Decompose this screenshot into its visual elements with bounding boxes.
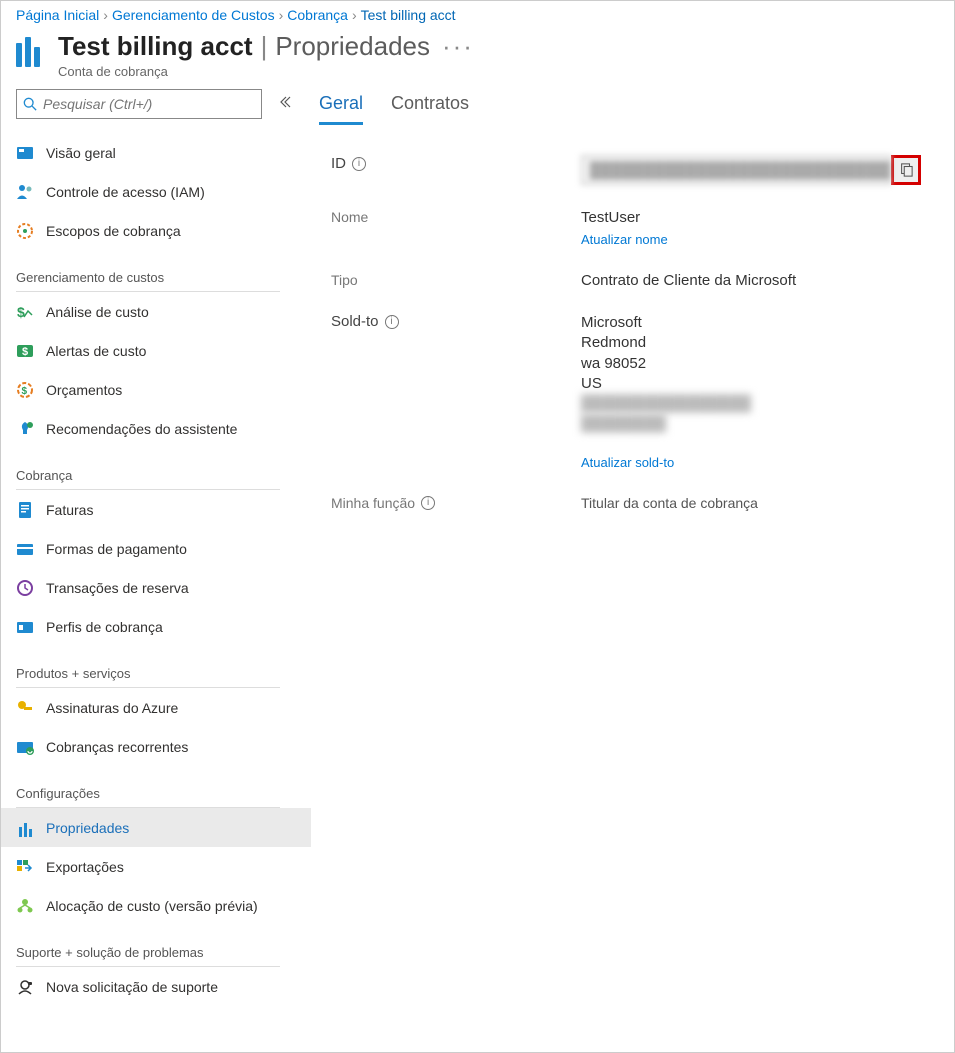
sidebar-item-label: Cobranças recorrentes [46, 739, 301, 755]
sidebar: Visão geral Controle de acesso (IAM) Esc… [1, 83, 311, 1039]
sidebar-group-support: Suporte + solução de problemas [16, 925, 280, 967]
header-title: Test billing acct [58, 31, 253, 62]
properties-icon [16, 819, 34, 837]
field-label-id: ID i [331, 155, 581, 172]
sidebar-group-settings: Configurações [16, 766, 280, 808]
main-content: Geral Contratos ID i ███████████████████… [311, 83, 954, 1039]
overview-icon [16, 144, 34, 162]
invoice-icon [16, 501, 34, 519]
id-value-box: ████████████████████████████████ ... [581, 155, 891, 185]
copy-id-button[interactable] [891, 155, 921, 185]
sidebar-item-advisor-recommendations[interactable]: Recomendações do assistente [16, 409, 311, 448]
sidebar-item-budgets[interactable]: $ Orçamentos [16, 370, 311, 409]
sidebar-item-azure-subscriptions[interactable]: Assinaturas do Azure [16, 688, 311, 727]
field-value-soldto: Microsoft Redmond wa 98052 US ██████████… [581, 313, 940, 435]
breadcrumb-link[interactable]: Cobrança [287, 7, 348, 23]
clock-icon [16, 579, 34, 597]
field-value-name: TestUser [581, 209, 940, 226]
page-header: Test billing acct | Propriedades ··· Con… [1, 23, 954, 83]
export-icon [16, 858, 34, 876]
sidebar-item-cost-analysis[interactable]: $ Análise de custo [16, 292, 311, 331]
sidebar-item-exports[interactable]: Exportações [16, 847, 311, 886]
breadcrumb-current: Test billing acct [361, 7, 456, 23]
budget-icon: $ [16, 381, 34, 399]
cost-analysis-icon: $ [16, 303, 34, 321]
svg-text:$: $ [22, 386, 28, 397]
billing-account-icon [16, 37, 46, 67]
update-soldto-link[interactable]: Atualizar sold-to [581, 455, 674, 470]
people-icon [16, 183, 34, 201]
sidebar-item-label: Faturas [46, 502, 301, 518]
sidebar-item-label: Transações de reserva [46, 580, 301, 596]
sidebar-item-label: Assinaturas do Azure [46, 700, 301, 716]
allocation-icon [16, 897, 34, 915]
breadcrumb: Página Inicial › Gerenciamento de Custos… [1, 1, 954, 23]
sidebar-item-access-control[interactable]: Controle de acesso (IAM) [16, 172, 311, 211]
field-value-type: Contrato de Cliente da Microsoft [581, 272, 940, 289]
cost-alert-icon: $ [16, 342, 34, 360]
svg-text:$: $ [17, 304, 25, 320]
search-box[interactable] [16, 89, 262, 119]
support-icon [16, 978, 34, 996]
sidebar-item-invoices[interactable]: Faturas [16, 490, 311, 529]
sidebar-item-label: Visão geral [46, 145, 301, 161]
sidebar-item-new-support-request[interactable]: Nova solicitação de suporte [16, 967, 311, 1006]
sidebar-item-label: Nova solicitação de suporte [46, 979, 301, 995]
sidebar-item-overview[interactable]: Visão geral [16, 133, 311, 172]
breadcrumb-link[interactable]: Gerenciamento de Custos [112, 7, 275, 23]
sidebar-group-billing: Cobrança [16, 448, 280, 490]
info-icon[interactable]: i [352, 157, 366, 171]
header-page: Propriedades [275, 31, 430, 62]
sidebar-group-cost-management: Gerenciamento de custos [16, 250, 280, 292]
field-label-my-role: Minha função i [331, 495, 581, 511]
info-icon[interactable]: i [385, 315, 399, 329]
collapse-sidebar-button[interactable] [280, 94, 296, 115]
advisor-icon [16, 420, 34, 438]
profile-icon [16, 618, 34, 636]
sidebar-item-reservation-transactions[interactable]: Transações de reserva [16, 568, 311, 607]
scope-icon [16, 222, 34, 240]
sidebar-item-label: Exportações [46, 859, 301, 875]
copy-icon [899, 163, 913, 177]
sidebar-item-label: Controle de acesso (IAM) [46, 184, 301, 200]
tab-general[interactable]: Geral [319, 89, 363, 125]
info-icon[interactable]: i [421, 496, 435, 510]
sidebar-item-label: Análise de custo [46, 304, 301, 320]
sidebar-item-cost-allocation[interactable]: Alocação de custo (versão prévia) [16, 886, 311, 925]
update-name-link[interactable]: Atualizar nome [581, 232, 668, 247]
sidebar-item-recurring-charges[interactable]: Cobranças recorrentes [16, 727, 311, 766]
sidebar-item-label: Escopos de cobrança [46, 223, 301, 239]
sidebar-item-cost-alerts[interactable]: $ Alertas de custo [16, 331, 311, 370]
field-label-name: Nome [331, 209, 581, 225]
search-input[interactable] [37, 95, 255, 113]
sidebar-item-label: Formas de pagamento [46, 541, 301, 557]
search-icon [23, 97, 37, 111]
recurring-icon [16, 738, 34, 756]
sidebar-item-billing-scopes[interactable]: Escopos de cobrança [16, 211, 311, 250]
key-icon [16, 699, 34, 717]
sidebar-item-label: Alocação de custo (versão prévia) [46, 898, 301, 914]
header-subtitle: Conta de cobrança [58, 64, 474, 79]
sidebar-item-label: Recomendações do assistente [46, 421, 301, 437]
sidebar-item-label: Propriedades [46, 820, 301, 836]
sidebar-item-label: Orçamentos [46, 382, 301, 398]
svg-text:$: $ [22, 346, 28, 358]
breadcrumb-link[interactable]: Página Inicial [16, 7, 99, 23]
field-value-my-role: Titular da conta de cobrança [581, 495, 940, 511]
field-label-type: Tipo [331, 272, 581, 288]
sidebar-item-billing-profiles[interactable]: Perfis de cobrança [16, 607, 311, 646]
field-label-soldto: Sold-to i [331, 313, 581, 330]
sidebar-item-label: Perfis de cobrança [46, 619, 301, 635]
header-more-button[interactable]: ··· [438, 31, 474, 62]
sidebar-group-products-services: Produtos + serviços [16, 646, 280, 688]
sidebar-item-label: Alertas de custo [46, 343, 301, 359]
tab-agreements[interactable]: Contratos [391, 89, 469, 125]
sidebar-item-payment-methods[interactable]: Formas de pagamento [16, 529, 311, 568]
sidebar-item-properties[interactable]: Propriedades [1, 808, 311, 847]
card-icon [16, 540, 34, 558]
tabs: Geral Contratos [311, 89, 940, 125]
